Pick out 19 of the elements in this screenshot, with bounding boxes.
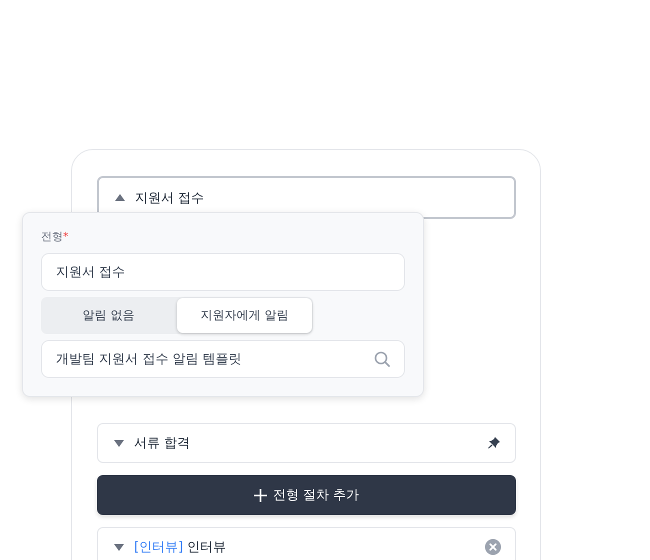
field-label: 전형*: [41, 229, 68, 244]
notify-option[interactable]: 지원자에게 알림: [177, 298, 312, 333]
stage-tag: [인터뷰]: [134, 538, 184, 556]
remove-icon[interactable]: [485, 539, 501, 555]
stage-name-field[interactable]: 지원서 접수: [41, 253, 405, 291]
stage-header[interactable]: 서류 합격: [97, 423, 516, 463]
stage-title: 서류 합격: [134, 435, 190, 452]
add-stage-button[interactable]: 전형 절차 추가: [97, 475, 516, 515]
notify-option[interactable]: 알림 없음: [41, 297, 176, 334]
stage-title: 지원서 접수: [135, 190, 204, 206]
template-search-field[interactable]: 개발팀 지원서 접수 알림 템플릿: [41, 340, 405, 378]
pin-icon[interactable]: [487, 436, 501, 450]
stage-title: 인터뷰: [187, 539, 226, 556]
caret-down-icon[interactable]: [114, 542, 124, 552]
search-icon[interactable]: [374, 351, 390, 367]
caret-up-icon[interactable]: [115, 193, 125, 202]
plus-icon[interactable]: [254, 488, 267, 502]
stage-header[interactable]: [인터뷰] 인터뷰: [97, 527, 516, 560]
caret-down-icon[interactable]: [114, 438, 124, 448]
